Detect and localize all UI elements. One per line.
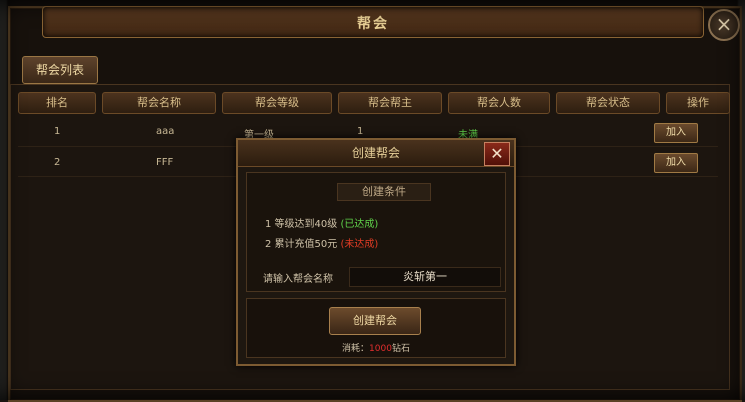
conditions-title: 创建条件 (337, 183, 431, 201)
table-row-2-rank: 2 (54, 157, 61, 168)
create-section: 创建帮会 消耗：1000钻石 (246, 298, 506, 358)
condition-recharge: 2 累计充值50元 (未达成) (265, 235, 378, 250)
cost-unit: 钻石 (391, 344, 410, 354)
column-header-name: 帮会名称 (102, 92, 216, 114)
dialog-close-button[interactable]: ✕ (484, 142, 510, 166)
column-header-action: 操作 (666, 92, 730, 114)
guild-name-row: 请输入帮会名称 炎斩第一 (263, 267, 501, 287)
cost-line: 消耗：1000钻石 (247, 341, 505, 354)
join-button-row-1[interactable]: 加入 (654, 123, 698, 143)
condition-level: 1 等级达到40级 (已达成) (265, 215, 378, 230)
column-header-rank: 排名 (18, 92, 96, 114)
table-row-1-name: aaa (156, 126, 175, 137)
close-icon: ✕ (490, 144, 504, 163)
cost-label: 消耗： (342, 344, 370, 354)
conditions-box: 创建条件 1 等级达到40级 (已达成) 2 累计充值50元 (未达成) 请输入… (246, 172, 506, 292)
column-header-leader: 帮会帮主 (338, 92, 442, 114)
column-header-members: 帮会人数 (448, 92, 550, 114)
close-window-button[interactable]: × (708, 9, 740, 41)
condition-level-text: 1 等级达到40级 (265, 219, 338, 230)
table-row-2-name: FFF (156, 157, 174, 168)
guild-name-input[interactable]: 炎斩第一 (349, 267, 501, 287)
guild-name-label: 请输入帮会名称 (263, 274, 333, 285)
condition-recharge-state: (未达成) (340, 239, 379, 250)
window-title: 帮会 (357, 16, 389, 32)
table-row-1-rank: 1 (54, 126, 61, 137)
condition-recharge-text: 2 累计充值50元 (265, 239, 338, 250)
dialog-title: 创建帮会 (238, 140, 514, 167)
close-icon: × (715, 12, 733, 36)
create-guild-dialog: 创建帮会 ✕ 创建条件 1 等级达到40级 (已达成) 2 累计充值50元 (未… (236, 138, 516, 366)
table-header: 排名 帮会名称 帮会等级 帮会帮主 帮会人数 帮会状态 操作 (14, 92, 730, 114)
tab-guild-list[interactable]: 帮会列表 (22, 56, 98, 84)
join-button-row-2[interactable]: 加入 (654, 153, 698, 173)
column-header-level: 帮会等级 (222, 92, 332, 114)
condition-level-state: (已达成) (340, 219, 379, 230)
table-row-1-leader: 1 (357, 126, 364, 137)
cost-value: 1000 (369, 344, 392, 354)
column-header-status: 帮会状态 (556, 92, 660, 114)
window-titlebar: 帮会 (42, 6, 704, 38)
create-guild-button[interactable]: 创建帮会 (329, 307, 421, 335)
